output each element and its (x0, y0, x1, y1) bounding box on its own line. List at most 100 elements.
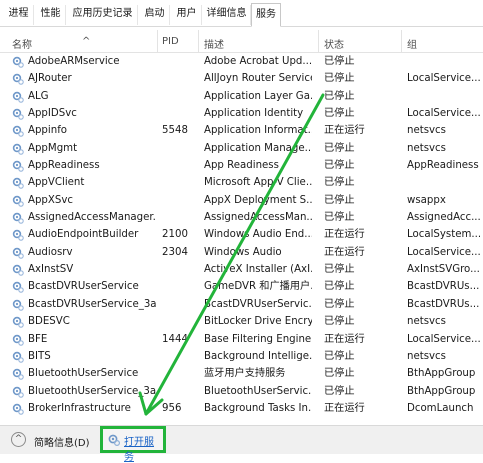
service-row[interactable]: AppMgmt Application Manage... 已停止 netsvcs (0, 140, 483, 157)
status-footer: ^ 简略信息(D) 打开服务 (0, 425, 483, 463)
service-description: Application Manage... (204, 142, 312, 154)
service-group: LocalSystem... (407, 229, 481, 241)
service-row[interactable]: AppIDSvc Application Identity 已停止 LocalServ… (0, 105, 483, 122)
tab-app-history[interactable]: 应用历史记录 (68, 5, 138, 25)
service-group: AppReadiness (407, 160, 479, 172)
service-row[interactable]: BDESVC BitLocker Drive Encry... 已停止 netsvcs (0, 313, 483, 330)
service-description: Background Tasks In... (204, 402, 312, 414)
column-header-row: ^ 名称 PID 描述 状态 组 (0, 30, 483, 53)
column-header-group[interactable]: 组 (407, 36, 417, 51)
service-name: BluetoothUserService_3a... (28, 385, 156, 397)
tab-bar: 进程 性能 应用历史记录 启动 用户 详细信息 服务 (0, 0, 483, 27)
service-row[interactable]: AppXSvc AppX Deployment S... 已停止 wsappx (0, 192, 483, 209)
tab-services[interactable]: 服务 (251, 3, 281, 27)
tab-processes[interactable]: 进程 (4, 5, 34, 25)
service-name: AppVClient (28, 177, 85, 189)
service-name: BDESVC (28, 316, 70, 328)
brief-info-link[interactable]: 简略信息(D) (34, 434, 90, 449)
service-state: 已停止 (324, 108, 355, 120)
tab-details[interactable]: 详细信息 (203, 5, 251, 25)
tab-users[interactable]: 用户 (172, 5, 202, 25)
services-list: AdobeARMservice Adobe Acrobat Upd... 已停止 AJ… (0, 53, 483, 417)
service-name: AppReadiness (28, 160, 100, 172)
service-pid: 1444 (162, 333, 188, 345)
service-row[interactable]: AppReadiness App Readiness 已停止 AppReadiness (0, 157, 483, 174)
service-description: Windows Audio End... (204, 229, 312, 241)
tab-performance[interactable]: 性能 (36, 5, 66, 25)
service-row[interactable]: BFE 1444 Base Filtering Engine 正在运行 LocalSer… (0, 331, 483, 348)
service-group: LocalService... (407, 73, 481, 85)
service-name: AdobeARMservice (28, 56, 120, 67)
service-name: BcastDVRUserService_3a... (28, 298, 156, 310)
service-name: Appinfo (28, 125, 68, 137)
service-description: Adobe Acrobat Upd... (204, 56, 312, 67)
service-row[interactable]: BITS Background Intellige... 已停止 netsvcs (0, 348, 483, 365)
service-description: Application Informat... (204, 125, 312, 137)
service-name: AxInstSV (28, 264, 74, 276)
service-row[interactable]: BrokerInfrastructure 956 Background Tasks … (0, 400, 483, 417)
service-name: BrokerInfrastructure (28, 402, 131, 414)
column-header-state[interactable]: 状态 (324, 36, 344, 51)
service-state: 已停止 (324, 73, 355, 85)
service-state: 已停止 (324, 298, 355, 310)
service-row[interactable]: BcastDVRUserService_3a... BcastDVRUserSer… (0, 296, 483, 313)
service-row[interactable]: Appinfo 5548 Application Informat... 正在运行 ne… (0, 122, 483, 139)
service-description: App Readiness (204, 160, 279, 172)
service-gear-icon (12, 403, 24, 415)
service-pid: 5548 (162, 125, 188, 137)
service-name: AudioEndpointBuilder (28, 229, 139, 241)
service-description: Microsoft App-V Clie... (204, 177, 312, 189)
service-group: netsvcs (407, 316, 446, 328)
chevron-up-icon[interactable]: ^ (11, 432, 26, 447)
service-row[interactable]: BcastDVRUserService GameDVR 和广播用户... 已停止 Bc… (0, 278, 483, 295)
service-row[interactable]: ALG Application Layer Ga... 已停止 (0, 88, 483, 105)
service-state: 正在运行 (324, 229, 365, 241)
service-state: 已停止 (324, 316, 355, 328)
service-gear-icon (12, 56, 24, 68)
service-row[interactable]: AudioEndpointBuilder 2100 Windows Audio En… (0, 226, 483, 243)
service-state: 正在运行 (324, 125, 365, 137)
service-state: 已停止 (324, 281, 355, 293)
service-gear-icon (12, 299, 24, 311)
service-description: AssignedAccessMan... (204, 212, 312, 224)
service-state: 已停止 (324, 385, 355, 397)
open-services-link[interactable]: 打开服务 (100, 426, 166, 463)
column-divider[interactable] (198, 30, 199, 52)
service-group: BcastDVRUs... (407, 281, 480, 293)
column-divider[interactable] (401, 30, 402, 52)
service-name: AssignedAccessManager... (28, 212, 156, 224)
service-pid: 956 (162, 402, 182, 414)
service-row[interactable]: AdobeARMservice Adobe Acrobat Upd... 已停止 (0, 53, 483, 70)
service-description: Application Layer Ga... (204, 90, 312, 102)
service-gear-icon (12, 282, 24, 294)
service-group: DcomLaunch (407, 402, 474, 414)
service-gear-icon (12, 108, 24, 120)
service-gear-icon (12, 178, 24, 190)
service-row[interactable]: Audiosrv 2304 Windows Audio 正在运行 LocalServic… (0, 244, 483, 261)
service-row[interactable]: AxInstSV ActiveX Installer (AxI... 已停止 AxIn… (0, 261, 483, 278)
service-row[interactable]: BluetoothUserService_3a... BluetoothUserS… (0, 383, 483, 400)
column-header-name[interactable]: 名称 (12, 36, 32, 51)
service-group: LocalService... (407, 246, 481, 258)
service-row[interactable]: BluetoothUserService 蓝牙用户支持服务 已停止 BthAppGro… (0, 365, 483, 382)
service-name: BITS (28, 350, 51, 362)
service-gear-icon (12, 195, 24, 207)
tab-startup[interactable]: 启动 (140, 5, 170, 25)
column-header-desc[interactable]: 描述 (204, 36, 224, 51)
services-icon (108, 434, 120, 446)
column-divider[interactable] (318, 30, 319, 52)
service-state: 正在运行 (324, 246, 365, 258)
service-row[interactable]: AJRouter AllJoyn Router Service 已停止 LocalSe… (0, 70, 483, 87)
column-header-pid[interactable]: PID (162, 36, 179, 47)
service-state: 已停止 (324, 264, 355, 276)
service-row[interactable]: AssignedAccessManager... AssignedAccessMa… (0, 209, 483, 226)
service-group: BthAppGroup (407, 385, 476, 397)
column-divider[interactable] (157, 30, 158, 52)
service-name: AppIDSvc (28, 108, 77, 120)
service-row[interactable]: AppVClient Microsoft App-V Clie... 已停止 (0, 174, 483, 191)
service-group: AssignedAcc... (407, 212, 481, 224)
service-gear-icon (12, 212, 24, 224)
service-description: 蓝牙用户支持服务 (204, 368, 286, 380)
service-group: netsvcs (407, 125, 446, 137)
service-state: 已停止 (324, 90, 355, 102)
